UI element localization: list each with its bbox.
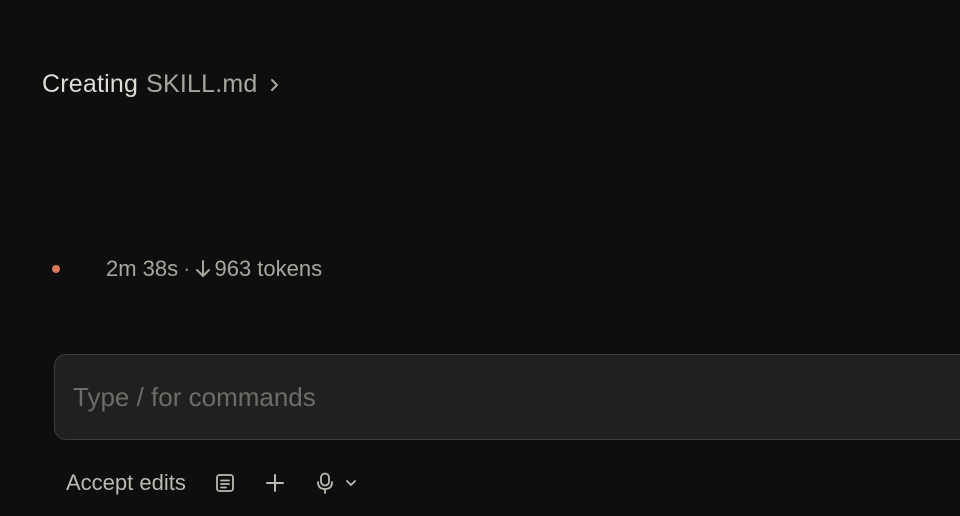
activity-verb: Creating [42,70,139,98]
activity-row[interactable]: Creating SKILL.md [42,70,282,99]
chevron-down-icon[interactable] [344,476,358,490]
arrow-down-icon [195,259,211,279]
status-row: 2m 38s · 963 tokens [52,256,322,282]
document-icon[interactable] [214,472,236,494]
input-toolbar: Accept edits [66,464,358,502]
status-separator: · [183,256,191,281]
status-dot [52,265,60,273]
plus-icon[interactable] [264,472,286,494]
token-count: 963 tokens [214,256,323,281]
page: Creating SKILL.md 2m 38s · 963 tokens Ac… [0,0,960,516]
activity-file-name: SKILL.md [146,70,258,98]
accept-edits-mode-button[interactable]: Accept edits [66,470,186,496]
chevron-right-icon[interactable] [270,77,282,93]
command-input-box[interactable] [54,354,960,440]
elapsed-time: 2m 38s [106,256,179,281]
microphone-icon[interactable] [314,472,336,494]
command-input[interactable] [73,377,933,417]
